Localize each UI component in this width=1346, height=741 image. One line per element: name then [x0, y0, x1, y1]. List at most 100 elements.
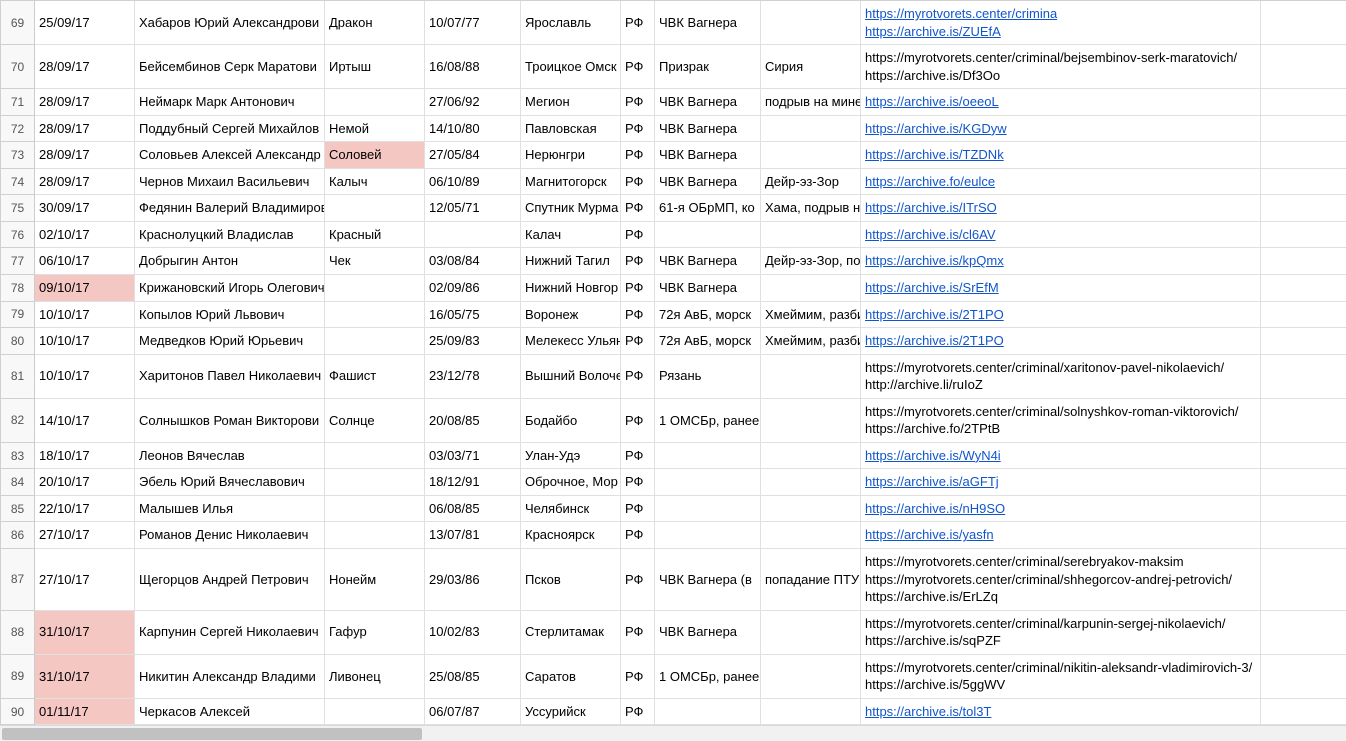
cell-location[interactable]: Саратов: [521, 655, 621, 699]
cell-note[interactable]: [761, 1, 861, 45]
cell-note[interactable]: [761, 655, 861, 699]
row-header[interactable]: 81: [1, 355, 35, 399]
link[interactable]: https://archive.is/oeeoL: [865, 93, 999, 111]
cell-name[interactable]: Федянин Валерий Владимирович: [135, 195, 325, 222]
cell-date[interactable]: 27/10/17: [35, 549, 135, 611]
cell-note[interactable]: Хмеймим, разби: [761, 302, 861, 329]
cell-country[interactable]: РФ: [621, 222, 655, 249]
cell-date[interactable]: 20/10/17: [35, 469, 135, 496]
cell-links[interactable]: https://archive.is/TZDNk: [861, 142, 1261, 169]
cell-dob[interactable]: 10/02/83: [425, 611, 521, 655]
cell-name[interactable]: Леонов Вячеслав: [135, 443, 325, 470]
cell-empty[interactable]: [1261, 195, 1346, 222]
link[interactable]: https://archive.is/cl6AV: [865, 226, 996, 244]
row-header[interactable]: 86: [1, 522, 35, 549]
cell-location[interactable]: Мегион: [521, 89, 621, 116]
cell-name[interactable]: Эбель Юрий Вячеславович: [135, 469, 325, 496]
row-header[interactable]: 78: [1, 275, 35, 302]
link[interactable]: https://archive.is/ErLZq: [865, 588, 998, 606]
cell-callsign[interactable]: Солнце: [325, 399, 425, 443]
cell-empty[interactable]: [1261, 248, 1346, 275]
cell-date[interactable]: 01/11/17: [35, 699, 135, 726]
spreadsheet-grid[interactable]: 6925/09/17Хабаров Юрий АлександровиДрако…: [0, 0, 1346, 725]
cell-empty[interactable]: [1261, 522, 1346, 549]
row-header[interactable]: 74: [1, 169, 35, 196]
cell-name[interactable]: Щегорцов Андрей Петрович: [135, 549, 325, 611]
cell-unit[interactable]: ЧВК Вагнера (в: [655, 549, 761, 611]
cell-empty[interactable]: [1261, 302, 1346, 329]
cell-date[interactable]: 28/09/17: [35, 45, 135, 89]
link[interactable]: https://archive.is/5ggWV: [865, 676, 1005, 694]
cell-links[interactable]: https://archive.is/ITrSO: [861, 195, 1261, 222]
cell-location[interactable]: Ярославль: [521, 1, 621, 45]
row-header[interactable]: 84: [1, 469, 35, 496]
row-header[interactable]: 73: [1, 142, 35, 169]
cell-note[interactable]: [761, 699, 861, 726]
cell-country[interactable]: РФ: [621, 142, 655, 169]
cell-location[interactable]: Нерюнгри: [521, 142, 621, 169]
cell-callsign[interactable]: [325, 699, 425, 726]
cell-date[interactable]: 28/09/17: [35, 89, 135, 116]
cell-name[interactable]: Черкасов Алексей: [135, 699, 325, 726]
cell-name[interactable]: Соловьев Алексей Александр: [135, 142, 325, 169]
cell-date[interactable]: 10/10/17: [35, 328, 135, 355]
cell-name[interactable]: Харитонов Павел Николаевич: [135, 355, 325, 399]
cell-date[interactable]: 02/10/17: [35, 222, 135, 249]
cell-links[interactable]: https://archive.is/KGDyw: [861, 116, 1261, 143]
cell-note[interactable]: подрыв на мине: [761, 89, 861, 116]
link[interactable]: https://myrotvorets.center/criminal/shhe…: [865, 571, 1232, 589]
cell-dob[interactable]: 12/05/71: [425, 195, 521, 222]
cell-location[interactable]: Бодайбо: [521, 399, 621, 443]
link[interactable]: https://archive.is/ITrSO: [865, 199, 997, 217]
cell-country[interactable]: РФ: [621, 328, 655, 355]
cell-links[interactable]: https://archive.is/kpQmx: [861, 248, 1261, 275]
link[interactable]: https://archive.is/KGDyw: [865, 120, 1007, 138]
cell-dob[interactable]: 27/06/92: [425, 89, 521, 116]
cell-country[interactable]: РФ: [621, 549, 655, 611]
cell-empty[interactable]: [1261, 443, 1346, 470]
cell-country[interactable]: РФ: [621, 355, 655, 399]
cell-dob[interactable]: 06/08/85: [425, 496, 521, 523]
link[interactable]: https://archive.is/tol3T: [865, 703, 991, 721]
cell-links[interactable]: https://myrotvorets.center/criminal/karp…: [861, 611, 1261, 655]
cell-callsign[interactable]: Иртыш: [325, 45, 425, 89]
cell-note[interactable]: [761, 116, 861, 143]
cell-links[interactable]: https://archive.is/yasfn: [861, 522, 1261, 549]
cell-country[interactable]: РФ: [621, 248, 655, 275]
cell-unit[interactable]: ЧВК Вагнера: [655, 116, 761, 143]
link[interactable]: https://myrotvorets.center/criminal/xari…: [865, 359, 1224, 377]
cell-callsign[interactable]: Дракон: [325, 1, 425, 45]
cell-country[interactable]: РФ: [621, 89, 655, 116]
cell-empty[interactable]: [1261, 549, 1346, 611]
cell-location[interactable]: Магнитогорск: [521, 169, 621, 196]
cell-dob[interactable]: 25/08/85: [425, 655, 521, 699]
cell-callsign[interactable]: [325, 469, 425, 496]
cell-unit[interactable]: [655, 443, 761, 470]
cell-date[interactable]: 31/10/17: [35, 655, 135, 699]
cell-location[interactable]: Стерлитамак: [521, 611, 621, 655]
row-header[interactable]: 77: [1, 248, 35, 275]
cell-empty[interactable]: [1261, 655, 1346, 699]
cell-name[interactable]: Бейсембинов Серк Маратови: [135, 45, 325, 89]
link[interactable]: https://archive.is/ZUEfA: [865, 23, 1001, 41]
cell-note[interactable]: [761, 522, 861, 549]
cell-empty[interactable]: [1261, 699, 1346, 726]
row-header[interactable]: 71: [1, 89, 35, 116]
cell-callsign[interactable]: Нонейм: [325, 549, 425, 611]
row-header[interactable]: 88: [1, 611, 35, 655]
cell-country[interactable]: РФ: [621, 611, 655, 655]
cell-dob[interactable]: 06/10/89: [425, 169, 521, 196]
link[interactable]: https://myrotvorets.center/criminal/bejs…: [865, 49, 1237, 67]
cell-links[interactable]: https://archive.is/tol3T: [861, 699, 1261, 726]
cell-location[interactable]: Нижний Новгор: [521, 275, 621, 302]
cell-name[interactable]: Никитин Александр Владими: [135, 655, 325, 699]
link[interactable]: https://myrotvorets.center/criminal/karp…: [865, 615, 1226, 633]
cell-note[interactable]: [761, 275, 861, 302]
cell-country[interactable]: РФ: [621, 1, 655, 45]
cell-note[interactable]: [761, 399, 861, 443]
cell-links[interactable]: https://myrotvorets.center/criminal/niki…: [861, 655, 1261, 699]
cell-empty[interactable]: [1261, 1, 1346, 45]
cell-links[interactable]: https://myrotvorets.center/criminal/soln…: [861, 399, 1261, 443]
cell-date[interactable]: 22/10/17: [35, 496, 135, 523]
cell-dob[interactable]: 02/09/86: [425, 275, 521, 302]
